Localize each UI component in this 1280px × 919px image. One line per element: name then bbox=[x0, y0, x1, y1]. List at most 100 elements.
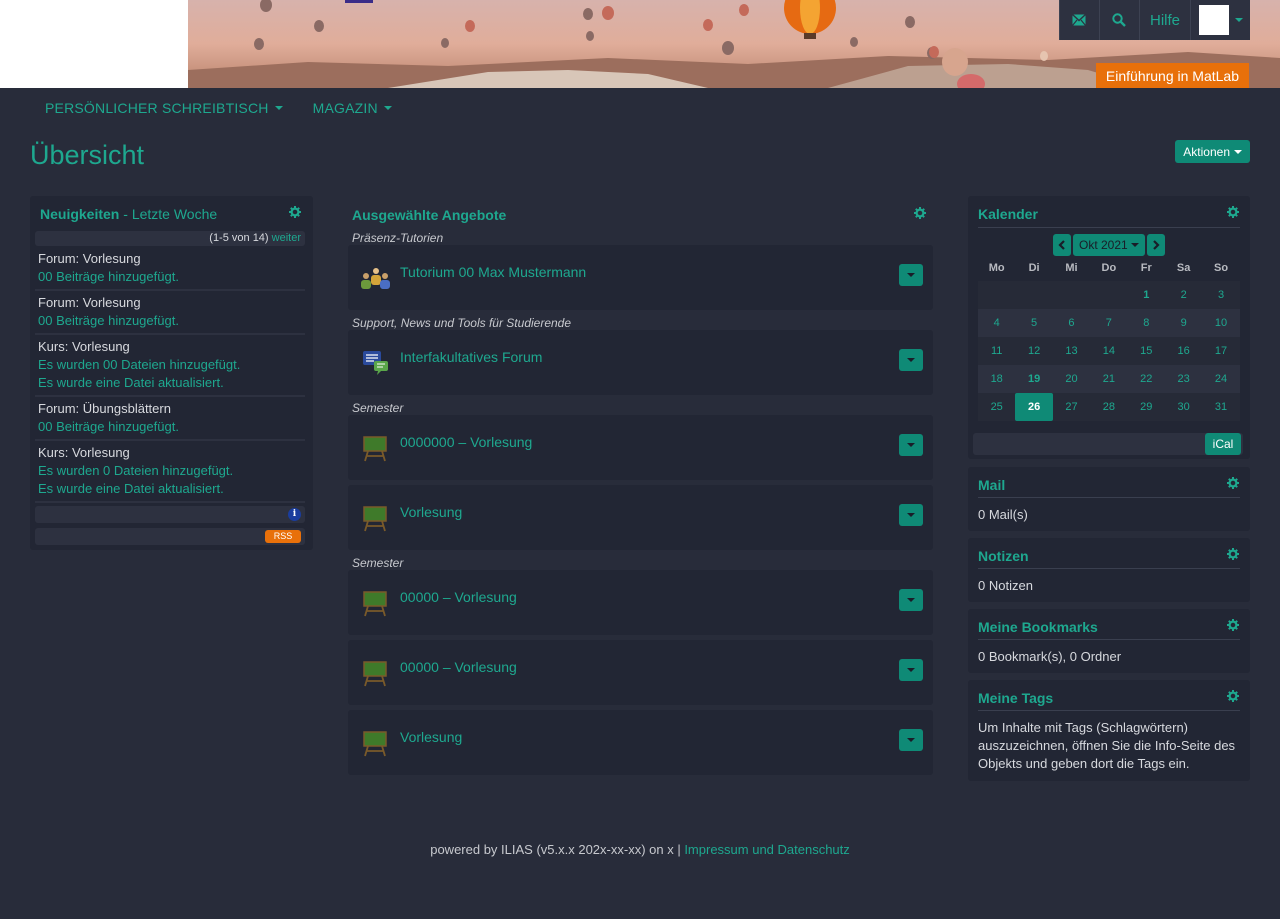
item-actions-dropdown[interactable] bbox=[899, 264, 923, 286]
news-item[interactable]: Kurs: Vorlesung Es wurden 0 Dateien hinz… bbox=[38, 444, 308, 498]
logo-area[interactable] bbox=[0, 0, 188, 88]
item-title[interactable]: Interfakultatives Forum bbox=[400, 349, 542, 365]
calendar-day[interactable]: 3 bbox=[1202, 281, 1239, 309]
calendar-day[interactable]: 9 bbox=[1165, 309, 1202, 337]
news-item[interactable]: Forum: Übungsblättern 00 Beiträge hinzug… bbox=[38, 400, 308, 436]
info-icon[interactable]: i bbox=[288, 508, 301, 521]
divider bbox=[35, 395, 305, 397]
calendar-day[interactable]: 16 bbox=[1165, 337, 1202, 365]
news-item[interactable]: Forum: Vorlesung 00 Beiträge hinzugefügt… bbox=[38, 294, 308, 330]
calendar-day[interactable]: 18 bbox=[978, 365, 1015, 393]
item-title[interactable]: 0000000 – Vorlesung bbox=[400, 434, 532, 450]
weekday-label: Do bbox=[1101, 262, 1117, 274]
chevron-down-icon bbox=[274, 106, 283, 110]
calendar-weeks: 1 2 3 4 5 6 7 8 9 10 11 12 13 14 15 16 17 18 19 20 21 22 23 24 2… bbox=[978, 281, 1240, 421]
item-actions-dropdown[interactable] bbox=[899, 659, 923, 681]
user-menu[interactable] bbox=[1190, 0, 1250, 40]
list-item[interactable]: 0000000 – Vorlesung bbox=[348, 415, 933, 480]
list-item[interactable]: Tutorium 00 Max Mustermann bbox=[348, 245, 933, 310]
list-item[interactable]: 00000 – Vorlesung bbox=[348, 640, 933, 705]
chevron-down-icon bbox=[1234, 149, 1242, 154]
calendar-day[interactable]: 14 bbox=[1090, 337, 1127, 365]
item-title[interactable]: 00000 – Vorlesung bbox=[400, 589, 517, 605]
calendar-day[interactable]: 7 bbox=[1090, 309, 1127, 337]
news-item-line[interactable]: Es wurde eine Datei aktualisiert. bbox=[38, 480, 308, 498]
item-title[interactable]: Tutorium 00 Max Mustermann bbox=[400, 264, 586, 280]
ical-button[interactable]: iCal bbox=[1205, 433, 1241, 455]
calendar-day[interactable]: 2 bbox=[1165, 281, 1202, 309]
top-toolbar: Hilfe bbox=[1058, 0, 1250, 40]
gear-icon[interactable] bbox=[1227, 206, 1239, 218]
chevron-down-icon bbox=[907, 668, 915, 672]
calendar-day[interactable]: 22 bbox=[1128, 365, 1165, 393]
news-item[interactable]: Kurs: Vorlesung Es wurden 00 Dateien hin… bbox=[38, 338, 308, 392]
calendar-day[interactable]: 30 bbox=[1165, 393, 1202, 421]
chevron-right-icon[interactable] bbox=[1146, 234, 1165, 256]
gear-icon[interactable] bbox=[1227, 477, 1239, 489]
news-title: Neuigkeiten bbox=[40, 206, 120, 222]
gear-icon[interactable] bbox=[914, 207, 926, 219]
calendar-day[interactable]: 28 bbox=[1090, 393, 1127, 421]
news-item-line[interactable]: 00 Beiträge hinzugefügt. bbox=[38, 418, 308, 436]
calendar-day[interactable]: 4 bbox=[978, 309, 1015, 337]
item-actions-dropdown[interactable] bbox=[899, 349, 923, 371]
month-select[interactable]: Okt 2021 bbox=[1073, 234, 1145, 256]
calendar-day[interactable]: 25 bbox=[978, 393, 1015, 421]
calendar-day[interactable]: 27 bbox=[1053, 393, 1090, 421]
forum-icon bbox=[363, 351, 388, 375]
item-actions-dropdown[interactable] bbox=[899, 434, 923, 456]
calendar-day[interactable]: 29 bbox=[1128, 393, 1165, 421]
nav-item-magazin[interactable]: MAGAZIN bbox=[298, 88, 407, 128]
calendar-day[interactable]: 15 bbox=[1128, 337, 1165, 365]
more-link[interactable]: weiter bbox=[272, 232, 301, 244]
chevron-left-icon[interactable] bbox=[1053, 234, 1071, 256]
imprint-link[interactable]: Impressum und Datenschutz bbox=[684, 842, 849, 857]
item-title[interactable]: Vorlesung bbox=[400, 504, 462, 520]
news-item-line[interactable]: 00 Beiträge hinzugefügt. bbox=[38, 312, 308, 330]
item-actions-dropdown[interactable] bbox=[899, 504, 923, 526]
rss-button[interactable]: RSS bbox=[265, 530, 301, 543]
gear-icon[interactable] bbox=[289, 206, 301, 218]
actions-button[interactable]: Aktionen bbox=[1175, 140, 1250, 163]
item-title[interactable]: 00000 – Vorlesung bbox=[400, 659, 517, 675]
news-item-line[interactable]: Es wurden 00 Dateien hinzugefügt. bbox=[38, 356, 308, 374]
nav-item-desktop[interactable]: PERSÖNLICHER SCHREIBTISCH bbox=[30, 88, 298, 128]
news-item-line[interactable]: Es wurde eine Datei aktualisiert. bbox=[38, 374, 308, 392]
calendar-day[interactable]: 21 bbox=[1090, 365, 1127, 393]
weekday-header: Mo Di Mi Do Fr Sa So bbox=[978, 262, 1240, 281]
calendar-day[interactable]: 23 bbox=[1165, 365, 1202, 393]
course-icon bbox=[363, 506, 387, 532]
gear-icon[interactable] bbox=[1227, 690, 1239, 702]
gear-icon[interactable] bbox=[1227, 619, 1239, 631]
news-item-line[interactable]: Es wurden 0 Dateien hinzugefügt. bbox=[38, 462, 308, 480]
mail-button[interactable] bbox=[1058, 0, 1099, 40]
search-button[interactable] bbox=[1098, 0, 1139, 40]
help-link[interactable]: Hilfe bbox=[1138, 0, 1190, 40]
list-item[interactable]: Interfakultatives Forum bbox=[348, 330, 933, 395]
news-item[interactable]: Forum: Vorlesung 00 Beiträge hinzugefügt… bbox=[38, 250, 308, 286]
list-item[interactable]: Vorlesung bbox=[348, 485, 933, 550]
list-item[interactable]: 00000 – Vorlesung bbox=[348, 570, 933, 635]
calendar-day[interactable]: 8 bbox=[1128, 309, 1165, 337]
list-item[interactable]: Vorlesung bbox=[348, 710, 933, 775]
calendar-day[interactable]: 17 bbox=[1202, 337, 1239, 365]
calendar-day[interactable]: 19 bbox=[1015, 365, 1052, 393]
item-actions-dropdown[interactable] bbox=[899, 589, 923, 611]
calendar-day[interactable]: 26 bbox=[1015, 393, 1053, 421]
calendar-day[interactable]: 11 bbox=[978, 337, 1015, 365]
news-item-line[interactable]: 00 Beiträge hinzugefügt. bbox=[38, 268, 308, 286]
item-actions-dropdown[interactable] bbox=[899, 729, 923, 751]
item-title[interactable]: Vorlesung bbox=[400, 729, 462, 745]
calendar-day[interactable]: 6 bbox=[1053, 309, 1090, 337]
calendar-day[interactable]: 5 bbox=[1015, 309, 1052, 337]
calendar-day[interactable]: 1 bbox=[1128, 281, 1165, 309]
calendar-day[interactable]: 13 bbox=[1053, 337, 1090, 365]
calendar-day[interactable]: 12 bbox=[1015, 337, 1052, 365]
calendar-day[interactable]: 20 bbox=[1053, 365, 1090, 393]
calendar-day[interactable]: 24 bbox=[1202, 365, 1239, 393]
gear-icon[interactable] bbox=[1227, 548, 1239, 560]
calendar-panel: Kalender Okt 2021 Mo Di Mi Do Fr Sa So 1234567… bbox=[968, 196, 1250, 459]
calendar-day[interactable]: 31 bbox=[1202, 393, 1239, 421]
calendar-day[interactable]: 10 bbox=[1202, 309, 1239, 337]
course-badge[interactable]: Einführung in MatLab bbox=[1095, 63, 1249, 88]
